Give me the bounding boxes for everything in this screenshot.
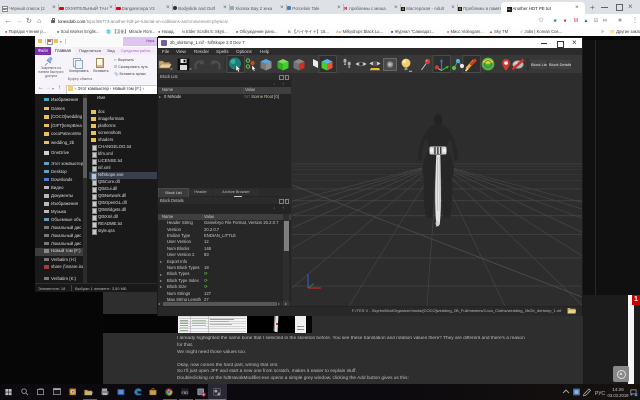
svg-text:03.03.2019: 03.03.2019 <box>608 393 630 398</box>
svg-text:РУС: РУС <box>595 391 605 397</box>
svg-text:FB2: FB2 <box>182 391 189 395</box>
svg-text:1: 1 <box>635 393 637 397</box>
svg-text:14:26: 14:26 <box>612 387 624 392</box>
